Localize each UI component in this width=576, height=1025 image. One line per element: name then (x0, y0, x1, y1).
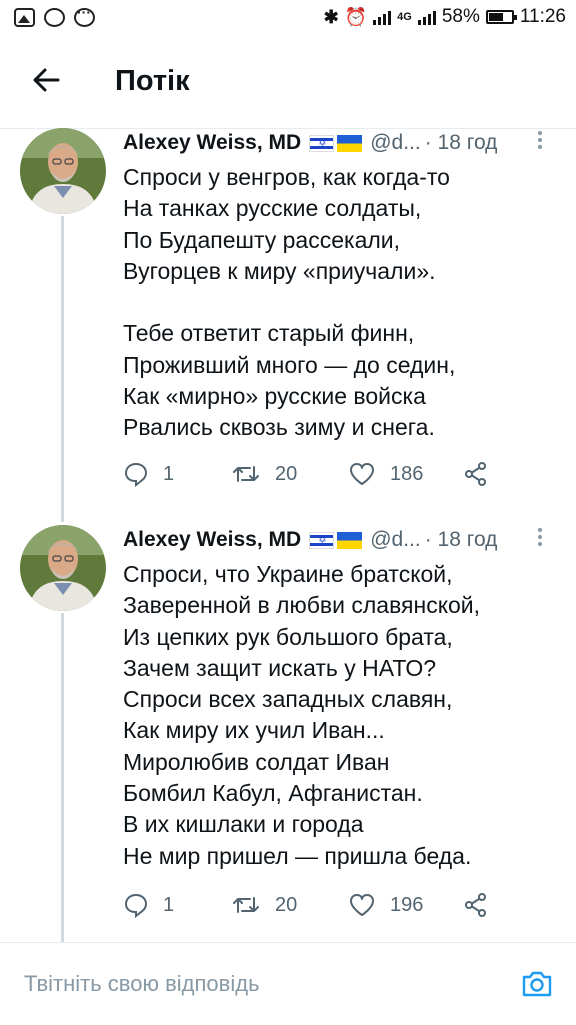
more-options-icon[interactable] (530, 128, 550, 158)
author-handle[interactable]: @d... (370, 131, 421, 155)
reply-input[interactable]: Твітніть свою відповідь (24, 971, 260, 997)
page-title: Потік (115, 65, 190, 97)
reply-count: 1 (163, 462, 175, 485)
like-count: 186 (390, 462, 424, 485)
retweet-icon (233, 466, 259, 482)
back-arrow-icon[interactable] (28, 62, 64, 98)
tweet-header: Alexey Weiss, MD ✡ @d... · 18 год (123, 128, 497, 158)
more-notifications-icon (74, 4, 95, 27)
network-type: 4G (397, 11, 412, 23)
reply-icon (124, 462, 148, 487)
clock: 11:26 (519, 6, 566, 27)
notification-icons (14, 4, 95, 27)
battery-icon (485, 10, 517, 24)
system-indicators: ✱ ⏰ 4G 58% 11:26 (324, 6, 566, 28)
tweet-text: Спроси у венгров, как когда-то На танках… (123, 164, 456, 441)
tweet-actions: 1 20 186 (123, 456, 503, 492)
tweet-time: · 18 год (424, 131, 498, 154)
author-name[interactable]: Alexey Weiss, MD (123, 131, 301, 155)
tweet-text: Спроси, что Украине братской, Заверенной… (123, 561, 481, 869)
israel-flag-icon: ✡ (309, 134, 335, 152)
tweet-header: Alexey Weiss, MD ✡ @d... · 18 год (123, 525, 497, 555)
tweet[interactable]: Alexey Weiss, MD ✡ @d... · 18 год Спроси… (0, 128, 576, 518)
retweet-icon (233, 897, 259, 913)
ukraine-flag-icon (337, 531, 363, 549)
status-bar: ✱ ⏰ 4G 58% 11:26 (0, 0, 576, 38)
like-button[interactable]: 196 (348, 887, 423, 923)
retweet-button[interactable]: 20 (231, 456, 297, 492)
thread-line (61, 518, 64, 522)
author-name[interactable]: Alexey Weiss, MD (123, 528, 301, 552)
viber-icon (44, 8, 65, 27)
tweet-actions: 1 20 196 (123, 887, 503, 923)
signal-icon-2 (417, 9, 436, 25)
heart-icon (350, 463, 374, 485)
more-options-icon[interactable] (530, 525, 550, 555)
tweet-time: · 18 год (424, 528, 498, 551)
reply-composer: Твітніть свою відповідь (0, 942, 576, 1025)
israel-flag-icon: ✡ (309, 531, 335, 549)
retweet-count: 20 (275, 462, 298, 485)
share-icon (465, 893, 486, 917)
alarm-icon: ⏰ (344, 6, 368, 27)
name-flags: ✡ (309, 134, 363, 152)
ukraine-flag-icon (337, 134, 363, 152)
gallery-icon (14, 8, 35, 27)
avatar[interactable] (20, 128, 106, 214)
like-count: 196 (390, 893, 424, 916)
top-app-bar: Потік (0, 38, 576, 129)
heart-icon (350, 894, 374, 916)
retweet-button[interactable]: 20 (231, 887, 297, 923)
tweet[interactable]: Alexey Weiss, MD ✡ @d... · 18 год Спроси… (0, 518, 576, 942)
battery-percent: 58% (441, 6, 480, 27)
camera-icon[interactable] (520, 967, 554, 1001)
name-flags: ✡ (309, 531, 363, 549)
like-button[interactable]: 186 (348, 456, 423, 492)
reply-icon (124, 893, 148, 918)
thread-line (61, 216, 64, 518)
share-button[interactable] (463, 887, 503, 923)
author-handle[interactable]: @d... (370, 528, 421, 552)
signal-icon (373, 9, 392, 25)
reply-count: 1 (163, 893, 175, 916)
avatar[interactable] (20, 525, 106, 611)
share-icon (465, 462, 486, 486)
reply-button[interactable]: 1 (123, 887, 174, 923)
bluetooth-icon: ✱ (323, 6, 339, 27)
retweet-count: 20 (275, 893, 298, 916)
thread-line (61, 613, 64, 942)
reply-button[interactable]: 1 (123, 456, 174, 492)
share-button[interactable] (463, 456, 503, 492)
